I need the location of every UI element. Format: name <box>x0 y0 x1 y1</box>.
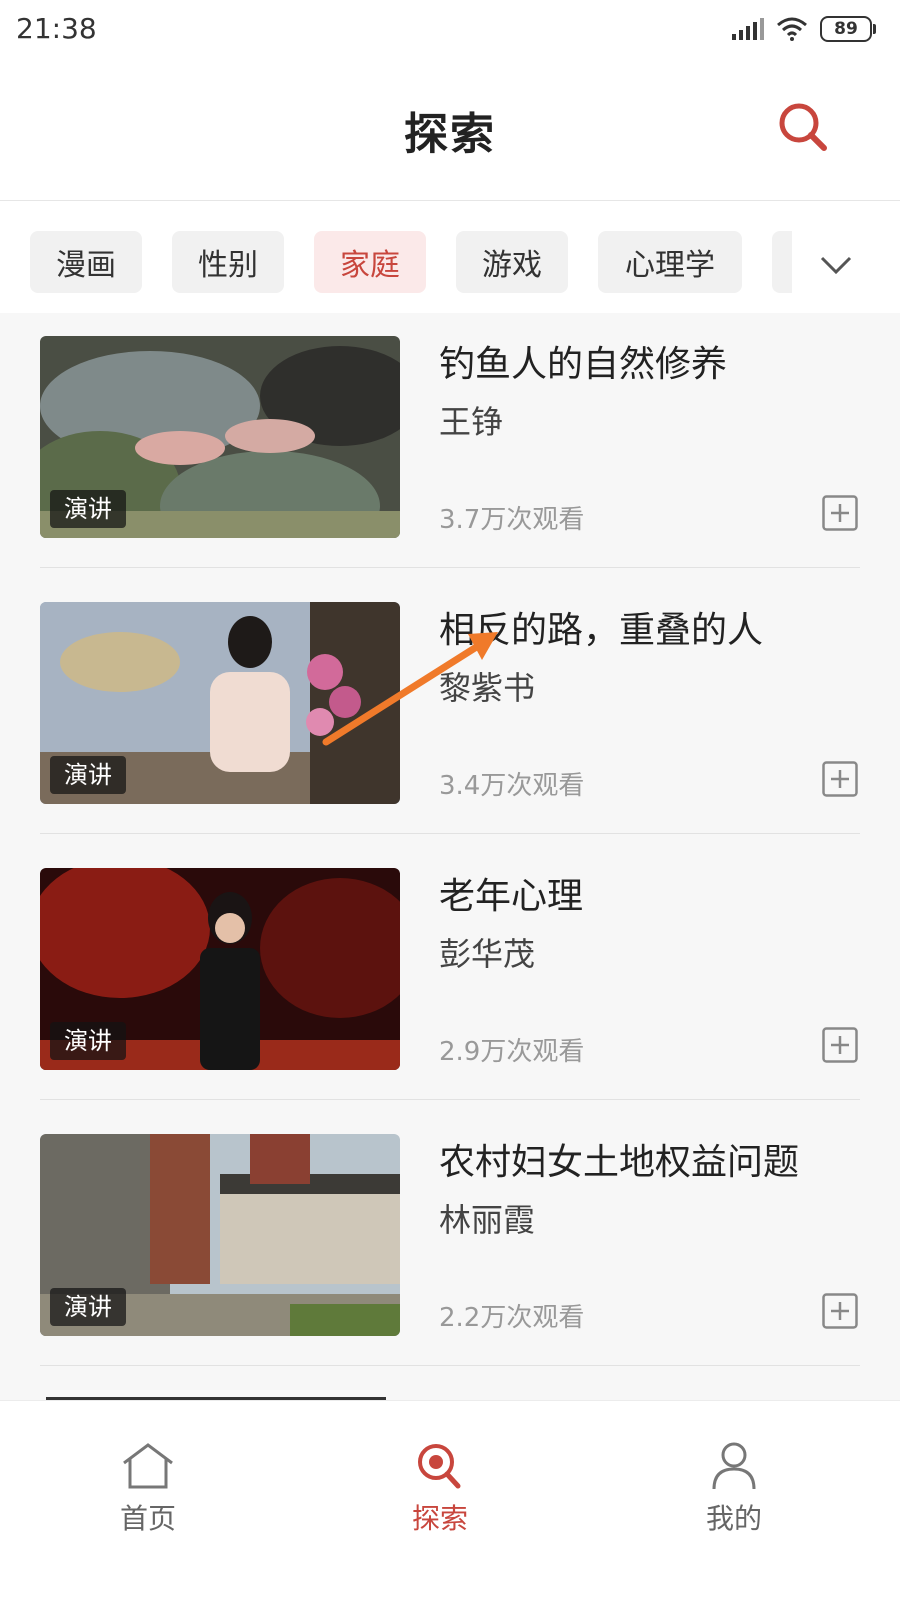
home-icon <box>123 1443 173 1489</box>
nav-label: 我的 <box>705 1502 762 1535</box>
talk-title[interactable]: 钓鱼人的自然修养 <box>439 335 727 387</box>
talk-title[interactable]: 老年心理 <box>439 867 583 919</box>
nav-label: 首页 <box>119 1502 176 1535</box>
divider <box>40 1099 860 1100</box>
speaker-name: 彭华茂 <box>439 935 536 973</box>
battery-indicator: 89 <box>820 16 876 42</box>
view-count: 3.7万次观看 <box>439 505 585 535</box>
category-chip-comics[interactable]: 漫画 <box>30 231 142 293</box>
status-bar: 21:38 89 <box>0 0 900 62</box>
add-icon[interactable] <box>822 761 858 797</box>
tag-badge: 演讲 <box>50 490 126 528</box>
list-item[interactable]: 演讲 相反的路，重叠的人 黎紫书 3.4万次观看 <box>40 579 860 811</box>
category-chip-gender[interactable]: 性别 <box>172 231 284 293</box>
status-time: 21:38 <box>16 12 97 45</box>
list-item[interactable]: 演讲 老年心理 彭华茂 2.9万次观看 <box>40 845 860 1077</box>
tag-badge: 演讲 <box>50 756 126 794</box>
nav-profile[interactable]: 我的 <box>674 1441 794 1537</box>
divider <box>40 833 860 834</box>
page-header: 探索 <box>0 62 900 201</box>
status-icons: 89 <box>732 16 876 42</box>
wifi-icon <box>777 17 807 41</box>
add-icon[interactable] <box>822 1293 858 1329</box>
thumbnail[interactable]: 演讲 <box>40 336 400 538</box>
chevron-down-icon[interactable] <box>818 247 854 283</box>
list-item[interactable]: 演讲 农村妇女土地权益问题 林丽霞 2.2万次观看 <box>40 1111 860 1343</box>
talk-title[interactable]: 农村妇女土地权益问题 <box>439 1133 799 1185</box>
divider <box>40 567 860 568</box>
add-icon[interactable] <box>822 495 858 531</box>
thumbnail[interactable]: 演讲 <box>40 868 400 1070</box>
bottom-nav: 首页 探索 我的 <box>0 1400 900 1601</box>
divider <box>40 1365 860 1366</box>
add-icon[interactable] <box>822 1027 858 1063</box>
category-chip-family[interactable]: 家庭 <box>314 231 426 293</box>
list-item[interactable]: 演讲 钓鱼人的自然修养 王铮 3.7万次观看 <box>40 313 860 545</box>
speaker-name: 王铮 <box>439 403 504 441</box>
view-count: 3.4万次观看 <box>439 771 585 801</box>
signal-icon <box>732 18 764 40</box>
thumbnail[interactable]: 演讲 <box>40 602 400 804</box>
speaker-name: 黎紫书 <box>439 669 536 707</box>
user-icon <box>712 1442 756 1490</box>
category-chip-psychology[interactable]: 心理学 <box>598 231 742 293</box>
view-count: 2.9万次观看 <box>439 1037 585 1067</box>
category-chip-games[interactable]: 游戏 <box>456 231 568 293</box>
page-title: 探索 <box>404 109 496 160</box>
search-icon <box>418 1444 461 1489</box>
nav-home[interactable]: 首页 <box>88 1441 208 1537</box>
category-chip-more[interactable] <box>772 231 792 293</box>
talk-list: 演讲 钓鱼人的自然修养 王铮 3.7万次观看 演讲 相反的路，重叠的人 黎紫书 … <box>0 313 900 1400</box>
nav-explore[interactable]: 探索 <box>380 1441 500 1537</box>
category-bar: 漫画 性别 家庭 游戏 心理学 <box>0 201 900 313</box>
thumbnail[interactable]: 演讲 <box>40 1134 400 1336</box>
speaker-name: 林丽霞 <box>439 1201 536 1239</box>
talk-title[interactable]: 相反的路，重叠的人 <box>439 601 763 653</box>
nav-label: 探索 <box>411 1502 468 1535</box>
tag-badge: 演讲 <box>50 1022 126 1060</box>
tag-badge: 演讲 <box>50 1288 126 1326</box>
view-count: 2.2万次观看 <box>439 1303 585 1333</box>
search-icon[interactable] <box>776 100 830 154</box>
